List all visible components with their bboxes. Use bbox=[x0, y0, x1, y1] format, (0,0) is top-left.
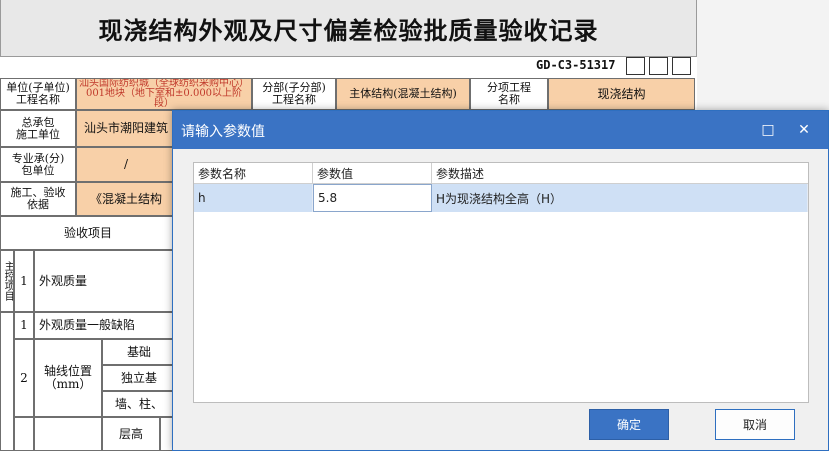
param-value-input[interactable]: 5.8 bbox=[313, 184, 432, 212]
param-name-cell[interactable]: h bbox=[194, 184, 313, 212]
parameter-grid: 参数名称 参数值 参数描述 h 5.8 H为现浇结构全高（H） bbox=[193, 162, 809, 403]
maximize-icon[interactable]: □ bbox=[758, 120, 778, 140]
form-title-bar: 现浇结构外观及尺寸偏差检验批质量验收记录 bbox=[0, 0, 697, 57]
column-header-value[interactable]: 参数值 bbox=[313, 163, 432, 184]
general-item-num-1: 1 bbox=[14, 312, 34, 339]
form-title: 现浇结构外观及尺寸偏差检验批质量验收记录 bbox=[98, 15, 599, 45]
subcontractor-value[interactable]: / bbox=[76, 147, 176, 182]
sub-item-wall-column: 墙、柱、 bbox=[102, 391, 176, 417]
main-item-num: 1 bbox=[14, 250, 34, 312]
item-name-label: 分项工程 名称 bbox=[470, 78, 548, 110]
basis-label: 施工、验收 依据 bbox=[0, 182, 76, 216]
code-box-2[interactable] bbox=[649, 57, 668, 75]
subdivision-value[interactable]: 主体结构(混凝土结构) bbox=[336, 78, 470, 110]
sub-item-foundation: 基础 bbox=[102, 339, 176, 365]
main-item-name: 外观质量 bbox=[34, 250, 176, 312]
sub-item-independent: 独立基 bbox=[102, 365, 176, 391]
general-item-num-2: 2 bbox=[14, 339, 34, 417]
form-code: GD-C3-51317 bbox=[536, 58, 616, 72]
dialog-title: 请输入参数值 bbox=[181, 124, 265, 140]
section-header: 验收项目 bbox=[0, 216, 176, 250]
general-item-name-3 bbox=[34, 417, 102, 451]
column-header-description[interactable]: 参数描述 bbox=[432, 163, 808, 184]
main-group-label: 主控项目 bbox=[0, 250, 14, 312]
subdivision-label: 分部(子分部) 工程名称 bbox=[252, 78, 336, 110]
unit-name-value[interactable]: 汕头国际纺织城（全球纺织采购中心）001地块（地下室和±0.000以上阶段） bbox=[76, 78, 252, 110]
contractor-label: 总承包 施工单位 bbox=[0, 110, 76, 147]
general-group-label bbox=[0, 312, 14, 451]
code-box-3[interactable] bbox=[672, 57, 691, 75]
sub-item-floor-height: 层高 bbox=[102, 417, 160, 451]
general-item-name-2: 轴线位置 （mm） bbox=[34, 339, 102, 417]
contractor-value[interactable]: 汕头市潮阳建筑 bbox=[76, 110, 176, 147]
param-description-cell[interactable]: H为现浇结构全高（H） bbox=[432, 184, 808, 212]
general-item-num-3 bbox=[14, 417, 34, 451]
code-box-1[interactable] bbox=[626, 57, 645, 75]
cancel-button[interactable]: 取消 bbox=[715, 409, 795, 440]
dialog-title-bar[interactable]: 请输入参数值 □ ✕ bbox=[173, 111, 828, 149]
unit-name-label: 单位(子单位) 工程名称 bbox=[0, 78, 76, 110]
basis-value[interactable]: 《混凝土结构 bbox=[76, 182, 176, 216]
parameter-dialog: 请输入参数值 □ ✕ 参数名称 参数值 参数描述 h 5.8 H为现浇结构全高（… bbox=[172, 110, 829, 451]
general-item-name-1: 外观质量一般缺陷 bbox=[34, 312, 176, 339]
item-name-value[interactable]: 现浇结构 bbox=[548, 78, 695, 110]
column-header-name[interactable]: 参数名称 bbox=[194, 163, 313, 184]
ok-button[interactable]: 确定 bbox=[589, 409, 669, 440]
close-icon[interactable]: ✕ bbox=[794, 120, 814, 140]
subcontractor-label: 专业承(分) 包单位 bbox=[0, 147, 76, 182]
